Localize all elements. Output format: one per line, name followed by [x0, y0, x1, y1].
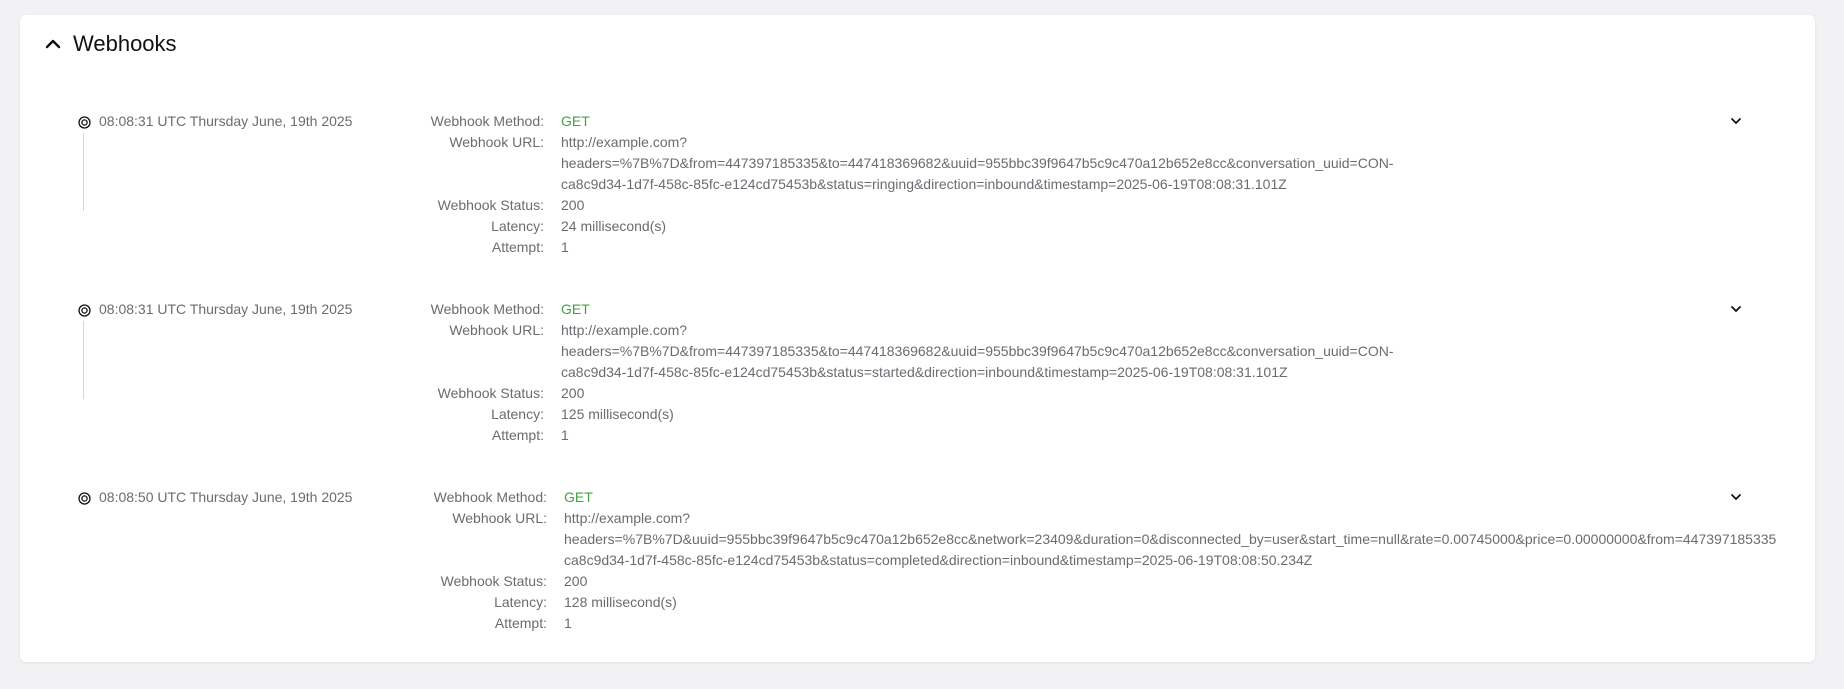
method-value: GET [564, 489, 593, 505]
status-value: 200 [564, 573, 588, 589]
attempt-label: Attempt: [491, 239, 544, 255]
url-label: Webhook URL: [449, 134, 544, 150]
attempt-label: Attempt: [491, 427, 544, 443]
attempt-value: 1 [561, 427, 569, 443]
chevron-down-icon [1731, 494, 1741, 500]
method-value: GET [561, 113, 590, 129]
webhooks-header: Webhooks [20, 15, 1815, 75]
attempt-value: 1 [564, 615, 572, 631]
webhooks-card: Webhooks 08:08:31 UTC Thursday June, 19t… [20, 15, 1815, 662]
timeline-icon [77, 303, 91, 317]
status-value: 200 [561, 385, 585, 401]
chevron-up-icon [45, 39, 61, 49]
latency-label: Latency: [491, 406, 544, 422]
url-value-line: http://example.com? [561, 134, 688, 150]
method-value: GET [561, 301, 590, 317]
url-value-line: headers=%7B%7D&uuid=955bbc39f9647b5c9c47… [564, 531, 1777, 547]
status-label: Webhook Status: [437, 197, 544, 213]
url-value-line: ca8c9d34-1d7f-458c-85fc-e124cd75453b&sta… [561, 176, 1287, 192]
latency-value: 128 millisecond(s) [564, 594, 677, 610]
url-value-line: http://example.com? [564, 510, 691, 526]
latency-label: Latency: [491, 218, 544, 234]
attempt-label: Attempt: [494, 615, 547, 631]
attempt-value: 1 [561, 239, 569, 255]
url-value-line: headers=%7B%7D&from=447397185335&to=4474… [561, 343, 1394, 359]
event-time: 08:08:50 UTC Thursday June, 19th 2025 [99, 489, 353, 505]
method-label: Webhook Method: [433, 489, 547, 505]
url-label: Webhook URL: [452, 510, 547, 526]
url-value-line: http://example.com? [561, 322, 688, 338]
latency-label: Latency: [494, 594, 547, 610]
section-title: Webhooks [73, 31, 177, 56]
expand-button[interactable] [1726, 111, 1746, 131]
url-value-line: ca8c9d34-1d7f-458c-85fc-e124cd75453b&sta… [564, 552, 1313, 568]
expand-button[interactable] [1726, 299, 1746, 319]
method-label: Webhook Method: [430, 113, 544, 129]
event-time: 08:08:31 UTC Thursday June, 19th 2025 [99, 113, 353, 129]
url-label: Webhook URL: [449, 322, 544, 338]
url-value-line: headers=%7B%7D&from=447397185335&to=4474… [561, 155, 1394, 171]
status-value: 200 [561, 197, 585, 213]
event-time: 08:08:31 UTC Thursday June, 19th 2025 [99, 301, 353, 317]
timeline-icon [77, 115, 91, 129]
status-label: Webhook Status: [440, 573, 547, 589]
timeline-line [83, 321, 84, 399]
method-label: Webhook Method: [430, 301, 544, 317]
chevron-down-icon [1731, 118, 1741, 124]
latency-value: 24 millisecond(s) [561, 218, 667, 234]
expand-button[interactable] [1726, 487, 1746, 507]
latency-value: 125 millisecond(s) [561, 406, 674, 422]
status-label: Webhook Status: [437, 385, 544, 401]
collapse-button[interactable] [38, 29, 68, 59]
chevron-down-icon [1731, 306, 1741, 312]
url-value-line: ca8c9d34-1d7f-458c-85fc-e124cd75453b&sta… [561, 364, 1288, 380]
timeline-icon [77, 491, 91, 505]
timeline-line [83, 133, 84, 211]
